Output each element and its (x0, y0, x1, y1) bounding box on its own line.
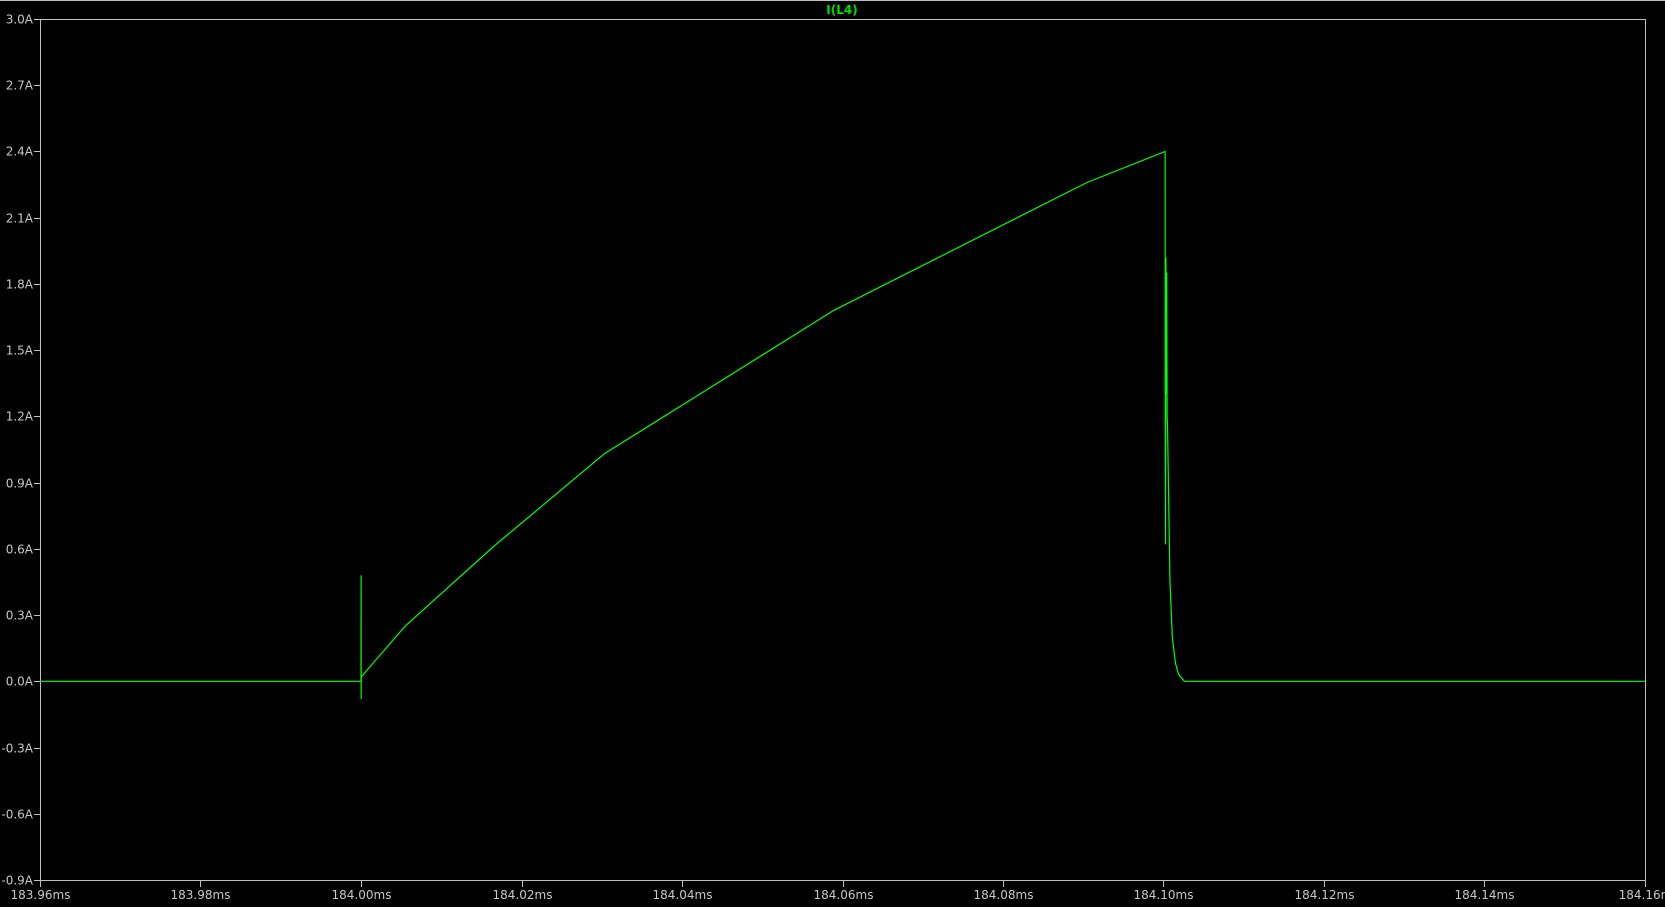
x-axis: 183.96ms 183.98ms 184.00ms 184.02ms 184.04ms… (11, 880, 1665, 902)
plot-frame (40, 19, 1646, 881)
y-tick-label: 0.6A (6, 543, 34, 557)
x-tick-label: 183.96ms (11, 888, 71, 902)
y-tick-label: 3.0A (6, 13, 34, 27)
x-tick-label: 184.02ms (493, 888, 553, 902)
x-tick-label: 184.12ms (1295, 888, 1355, 902)
y-tick-label: 2.4A (6, 145, 34, 159)
waveform-chart: I(L4) 3.0A 2.7A 2.4A 2.1A 1.8A 1.5A 1.2A 0.9A 0.… (0, 0, 1665, 902)
y-tick-label: 0.3A (6, 609, 34, 623)
y-tick-label: -0.9A (1, 874, 33, 888)
x-tick-label: 184.06ms (814, 888, 874, 902)
x-tick-label: 184.14ms (1455, 888, 1515, 902)
y-tick-label: 2.7A (6, 79, 34, 93)
x-tick-label: 183.98ms (171, 888, 231, 902)
y-tick-label: 1.2A (6, 410, 34, 424)
x-tick-label: 184.00ms (332, 888, 392, 902)
y-tick-label: -0.6A (1, 808, 33, 822)
y-tick-label: -0.3A (1, 742, 33, 756)
y-tick-label: 0.0A (6, 675, 34, 689)
series-line-i-l4 (40, 150, 1645, 699)
trace-title-i-l4[interactable]: I(L4) (826, 3, 857, 17)
y-tick-label: 0.9A (6, 477, 34, 491)
x-tick-label: 184.10ms (1134, 888, 1194, 902)
y-tick-label: 1.5A (6, 344, 34, 358)
y-tick-label: 1.8A (6, 278, 34, 292)
x-tick-label: 184.04ms (653, 888, 713, 902)
x-tick-label: 184.08ms (974, 888, 1034, 902)
y-tick-label: 2.1A (6, 212, 34, 226)
x-tick-label: 184.16m (1619, 888, 1665, 902)
y-axis: 3.0A 2.7A 2.4A 2.1A 1.8A 1.5A 1.2A 0.9A 0.6A 0.3A… (1, 13, 40, 888)
